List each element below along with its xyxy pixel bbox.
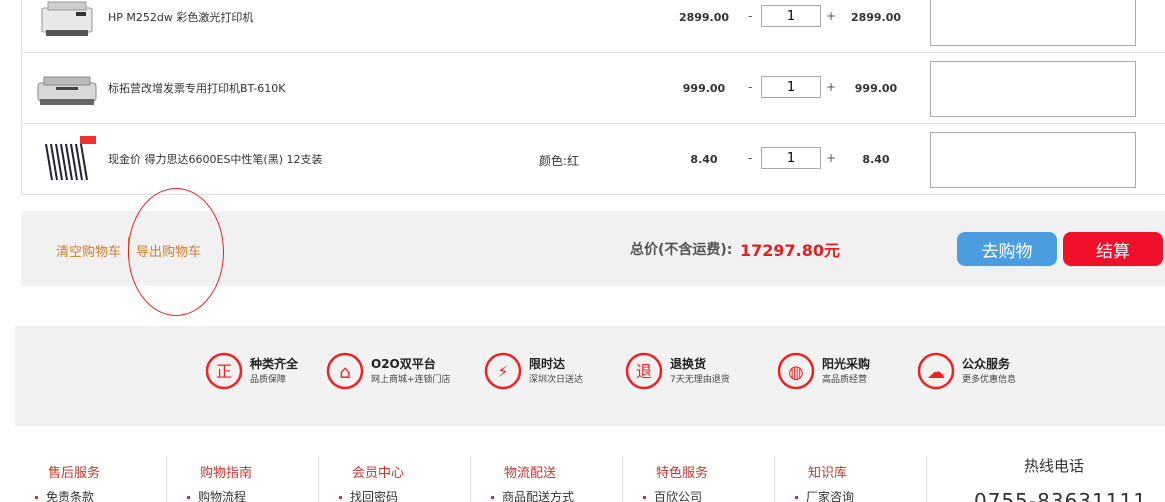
zheng-icon: 正 <box>205 352 243 390</box>
service-subtitle: 网上商城+连锁门店 <box>371 375 451 385</box>
cart-summary-bar: 清空购物车 导出购物车 总价(不含运费): 17297.80元 去购物 结算 <box>21 188 1165 316</box>
footer-link[interactable]: 厂家咨询 <box>795 488 854 502</box>
qty-input[interactable] <box>761 147 821 169</box>
service-title: 退换货 <box>670 357 707 371</box>
footer-column-title: 特色服务 <box>656 466 709 481</box>
bullet-icon <box>795 496 798 499</box>
footer-column: 特色服务 百欣公司 <box>623 456 775 502</box>
printer-icon[interactable] <box>36 0 98 44</box>
qty-increase-button[interactable]: + <box>826 9 836 23</box>
cart-row: 标拓营改增发票专用打印机BT-610K 999.00 - + 999.00 <box>22 53 1165 124</box>
lightning-icon: ⚡ <box>484 352 522 390</box>
hotline-title: 热线电话 <box>1024 457 1085 475</box>
bullet-icon <box>643 496 646 499</box>
product-attr: 颜色:红 <box>539 154 580 168</box>
dot-matrix-printer-icon[interactable] <box>36 63 98 115</box>
service-subtitle: 品质保障 <box>250 375 287 385</box>
footer-column: 购物指南 购物流程 <box>167 456 319 502</box>
house-icon: ⌂ <box>326 352 364 390</box>
cart-row: HP M252dw 彩色激光打印机 2899.00 - + 2899.00 <box>22 0 1165 53</box>
globe-icon: ◍ <box>777 352 815 390</box>
footer-column-title: 物流配送 <box>504 466 557 481</box>
bullet-icon <box>187 496 190 499</box>
remark-textarea[interactable] <box>930 0 1136 46</box>
svg-text:退: 退 <box>636 362 652 381</box>
product-name[interactable]: 现金价 得力思达6600ES中性笔(黑) 12支装 <box>108 151 323 167</box>
footer-link[interactable]: 百欣公司 <box>643 488 702 502</box>
clear-cart-link[interactable]: 清空购物车 <box>56 241 121 260</box>
svg-text:◍: ◍ <box>788 362 804 383</box>
subtotal: 999.00 <box>854 82 898 95</box>
product-name[interactable]: 标拓营改增发票专用打印机BT-610K <box>108 80 285 96</box>
subtotal: 2899.00 <box>850 11 902 24</box>
bullet-icon <box>339 496 342 499</box>
footer-link[interactable]: 购物流程 <box>187 488 246 502</box>
svg-text:⌂: ⌂ <box>339 362 350 383</box>
cart-row: 现金价 得力思达6600ES中性笔(黑) 12支装 颜色:红 8.40 - + … <box>22 124 1165 195</box>
footer-column: 会员中心 找回密码 <box>319 456 471 502</box>
highlight-circle <box>128 188 224 316</box>
service-title: 限时达 <box>529 357 566 371</box>
service-title: O2O双平台 <box>371 357 436 371</box>
footer-column-title: 售后服务 <box>48 466 101 481</box>
bullet-icon <box>491 496 494 499</box>
go-shopping-button[interactable]: 去购物 <box>957 232 1057 266</box>
footer-column-title: 购物指南 <box>200 466 253 481</box>
svg-text:☁: ☁ <box>927 362 945 383</box>
cart-table: HP M252dw 彩色激光打印机 2899.00 - + 2899.00 标拓… <box>21 0 1165 195</box>
service-features-bar: 正 种类齐全 品质保障 ⌂ O2O双平台 网上商城+连锁门店 ⚡ 限时达 深圳次… <box>15 326 1165 426</box>
footer-link[interactable]: 商品配送方式 <box>491 488 574 502</box>
total-value: 17297.80元 <box>740 241 841 260</box>
footer-column-title: 知识库 <box>808 466 848 481</box>
hotline-number: 0755-83631111 <box>974 489 1147 502</box>
bullet-icon <box>35 496 38 499</box>
pens-icon[interactable] <box>36 134 98 186</box>
service-title: 公众服务 <box>962 357 1011 371</box>
footer-column: 知识库 厂家咨询 <box>775 456 927 502</box>
subtotal: 8.40 <box>862 153 890 166</box>
unit-price: 2899.00 <box>678 11 730 24</box>
remark-textarea[interactable] <box>930 132 1136 188</box>
service-subtitle: 深圳次日送达 <box>529 375 584 385</box>
footer-column: 售后服务 免责条款 <box>15 456 167 502</box>
qty-input[interactable] <box>761 76 821 98</box>
unit-price: 999.00 <box>682 82 726 95</box>
service-subtitle: 7天无理由退货 <box>670 375 730 385</box>
remark-textarea[interactable] <box>930 61 1136 117</box>
qty-increase-button[interactable]: + <box>826 151 836 165</box>
svg-text:⚡: ⚡ <box>497 362 508 381</box>
total-label: 总价(不含运费): <box>630 242 733 258</box>
service-title: 种类齐全 <box>250 357 299 371</box>
wechat-icon: ☁ <box>917 352 955 390</box>
service-title: 阳光采购 <box>822 357 871 371</box>
footer-column: 物流配送 商品配送方式 <box>471 456 623 502</box>
footer-column-title: 会员中心 <box>352 466 405 481</box>
svg-text:正: 正 <box>216 362 232 381</box>
qty-decrease-button[interactable]: - <box>748 151 752 165</box>
product-name[interactable]: HP M252dw 彩色激光打印机 <box>108 9 253 25</box>
footer-link[interactable]: 找回密码 <box>339 488 398 502</box>
qty-decrease-button[interactable]: - <box>748 9 752 23</box>
qty-decrease-button[interactable]: - <box>748 80 752 94</box>
service-subtitle: 更多优惠信息 <box>962 375 1017 385</box>
unit-price: 8.40 <box>690 153 718 166</box>
qty-input[interactable] <box>761 5 821 27</box>
checkout-button[interactable]: 结算 <box>1063 232 1163 266</box>
tui-icon: 退 <box>625 352 663 390</box>
footer-link[interactable]: 免责条款 <box>35 488 94 502</box>
service-subtitle: 高品质经营 <box>822 375 868 385</box>
qty-increase-button[interactable]: + <box>826 80 836 94</box>
